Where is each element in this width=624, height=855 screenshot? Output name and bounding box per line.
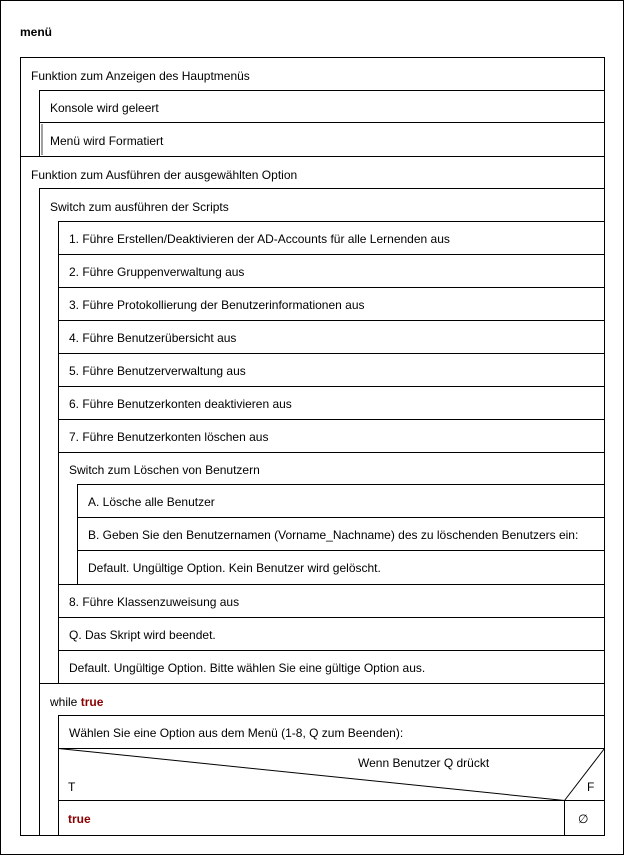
decision-triangle bbox=[58, 748, 605, 836]
decision-true-branch: true bbox=[68, 812, 91, 826]
decision-true-label: T bbox=[68, 780, 76, 794]
decision-false-label: F bbox=[587, 780, 595, 794]
decision-false-branch: ∅ bbox=[578, 812, 589, 826]
decision-condition: Wenn Benutzer Q drückt bbox=[358, 756, 490, 770]
diagram-canvas: menü Funktion zum Anzeigen des Hauptmenü… bbox=[0, 0, 624, 855]
